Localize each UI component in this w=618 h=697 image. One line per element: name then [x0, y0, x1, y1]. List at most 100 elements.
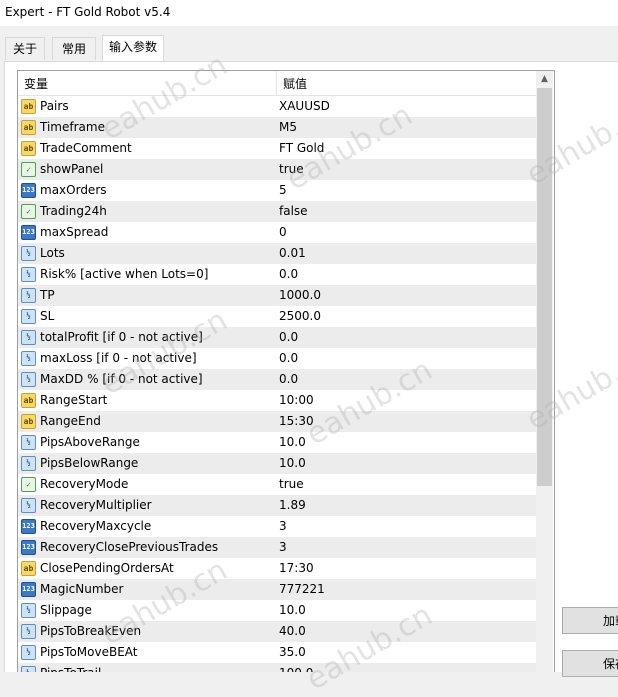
variable-cell: ½ Risk% [active when Lots=0] [18, 264, 276, 285]
type-ab-icon: ab [21, 120, 36, 135]
value-cell[interactable]: true [279, 159, 529, 180]
tab-inputs[interactable]: 输入参数 [102, 35, 164, 61]
table-row[interactable]: ½ Risk% [active when Lots=0] 0.0 [18, 264, 536, 285]
value-cell[interactable]: 0.0 [279, 327, 529, 348]
type-ab-icon: ab [21, 393, 36, 408]
table-row[interactable]: ½ totalProfit [if 0 - not active] 0.0 [18, 327, 536, 348]
variable-name: TradeComment [40, 141, 132, 155]
type-dbl-icon: ½ [21, 435, 36, 450]
variable-name: Slippage [40, 603, 92, 617]
type-bool-icon: ✓ [21, 162, 36, 177]
type-dbl-icon: ½ [21, 288, 36, 303]
value-cell[interactable]: 17:30 [279, 558, 529, 579]
variable-cell: 123 maxSpread [18, 222, 276, 243]
table-row[interactable]: ½ maxLoss [if 0 - not active] 0.0 [18, 348, 536, 369]
header-variable[interactable]: 变量 [18, 71, 277, 95]
type-bool-icon: ✓ [21, 477, 36, 492]
table-row[interactable]: ✓ Trading24h false [18, 201, 536, 222]
type-ab-icon: ab [21, 414, 36, 429]
table-row[interactable]: 123 RecoveryClosePreviousTrades 3 [18, 537, 536, 558]
table-row[interactable]: ½ RecoveryMultiplier 1.89 [18, 495, 536, 516]
grid-rows: ab Pairs XAUUSD ab Timeframe M5 ab TradeComment… [18, 96, 536, 672]
scrollbar-thumb[interactable] [537, 88, 552, 486]
value-cell[interactable]: 40.0 [279, 621, 529, 642]
vertical-scrollbar[interactable]: ▲ [536, 71, 553, 672]
variable-cell: ½ PipsBelowRange [18, 453, 276, 474]
table-row[interactable]: ½ TP 1000.0 [18, 285, 536, 306]
type-dbl-icon: ½ [21, 330, 36, 345]
tab-about[interactable]: 关于 [5, 37, 45, 60]
value-cell[interactable]: 0.0 [279, 264, 529, 285]
value-cell[interactable]: 777221 [279, 579, 529, 600]
value-cell[interactable]: 35.0 [279, 642, 529, 663]
table-row[interactable]: ab TradeComment FT Gold [18, 138, 536, 159]
value-cell[interactable]: 3 [279, 516, 529, 537]
variable-name: SL [40, 309, 55, 323]
table-row[interactable]: ½ SL 2500.0 [18, 306, 536, 327]
grid-header: 变量 赋值 [18, 71, 536, 96]
variable-cell: ab Timeframe [18, 117, 276, 138]
table-row[interactable]: ½ PipsBelowRange 10.0 [18, 453, 536, 474]
value-cell[interactable]: 0.01 [279, 243, 529, 264]
table-row[interactable]: ✓ showPanel true [18, 159, 536, 180]
value-cell[interactable]: 10.0 [279, 453, 529, 474]
variable-name: RangeEnd [40, 414, 101, 428]
scroll-up-arrow-icon[interactable]: ▲ [536, 71, 553, 88]
value-cell[interactable]: 1000.0 [279, 285, 529, 306]
tab-common[interactable]: 常用 [52, 37, 96, 60]
value-cell[interactable]: 3 [279, 537, 529, 558]
table-row[interactable]: ab RangeStart 10:00 [18, 390, 536, 411]
value-cell[interactable]: 10.0 [279, 600, 529, 621]
value-cell[interactable]: 0.0 [279, 348, 529, 369]
type-num-icon: 123 [21, 519, 36, 534]
table-row[interactable]: ½ Slippage 10.0 [18, 600, 536, 621]
table-row[interactable]: ab Timeframe M5 [18, 117, 536, 138]
table-row[interactable]: ab ClosePendingOrdersAt 17:30 [18, 558, 536, 579]
type-dbl-icon: ½ [21, 645, 36, 660]
save-button[interactable]: 保存 [562, 650, 618, 677]
table-row[interactable]: ½ PipsAboveRange 10.0 [18, 432, 536, 453]
variable-name: PipsToBreakEven [40, 624, 142, 638]
table-row[interactable]: ab Pairs XAUUSD [18, 96, 536, 117]
value-cell[interactable]: 1.89 [279, 495, 529, 516]
table-row[interactable]: ½ Lots 0.01 [18, 243, 536, 264]
variable-name: RecoveryMode [40, 477, 129, 491]
tab-strip: 关于 常用 输入参数 [0, 35, 618, 62]
variable-name: ClosePendingOrdersAt [40, 561, 174, 575]
variable-cell: ½ maxLoss [if 0 - not active] [18, 348, 276, 369]
variable-cell: ½ totalProfit [if 0 - not active] [18, 327, 276, 348]
value-cell[interactable]: true [279, 474, 529, 495]
table-row[interactable]: ½ MaxDD % [if 0 - not active] 0.0 [18, 369, 536, 390]
value-cell[interactable]: false [279, 201, 529, 222]
table-row[interactable]: ✓ RecoveryMode true [18, 474, 536, 495]
value-cell[interactable]: 10:00 [279, 390, 529, 411]
type-ab-icon: ab [21, 99, 36, 114]
value-cell[interactable]: FT Gold [279, 138, 529, 159]
table-row[interactable]: 123 MagicNumber 777221 [18, 579, 536, 600]
table-row[interactable]: 123 maxOrders 5 [18, 180, 536, 201]
variable-cell: ab Pairs [18, 96, 276, 117]
header-value[interactable]: 赋值 [277, 71, 533, 95]
value-cell[interactable]: 10.0 [279, 432, 529, 453]
table-row[interactable]: ab RangeEnd 15:30 [18, 411, 536, 432]
table-row[interactable]: 123 RecoveryMaxcycle 3 [18, 516, 536, 537]
load-button[interactable]: 加载 [562, 607, 618, 634]
variable-name: showPanel [40, 162, 104, 176]
parameters-grid: 变量 赋值 ab Pairs XAUUSD ab Timeframe M5 ab TradeC… [17, 70, 555, 672]
variable-name: totalProfit [if 0 - not active] [40, 330, 203, 344]
variable-cell: ab RangeEnd [18, 411, 276, 432]
variable-name: maxSpread [40, 225, 109, 239]
value-cell[interactable]: 2500.0 [279, 306, 529, 327]
table-row[interactable]: 123 maxSpread 0 [18, 222, 536, 243]
value-cell[interactable]: 15:30 [279, 411, 529, 432]
table-row[interactable]: ½ PipsToMoveBEAt 35.0 [18, 642, 536, 663]
variable-cell: ✓ Trading24h [18, 201, 276, 222]
variable-cell: 123 maxOrders [18, 180, 276, 201]
value-cell[interactable]: 0 [279, 222, 529, 243]
value-cell[interactable]: 0.0 [279, 369, 529, 390]
value-cell[interactable]: XAUUSD [279, 96, 529, 117]
table-row[interactable]: ½ PipsToBreakEven 40.0 [18, 621, 536, 642]
type-ab-icon: ab [21, 561, 36, 576]
value-cell[interactable]: 5 [279, 180, 529, 201]
value-cell[interactable]: M5 [279, 117, 529, 138]
